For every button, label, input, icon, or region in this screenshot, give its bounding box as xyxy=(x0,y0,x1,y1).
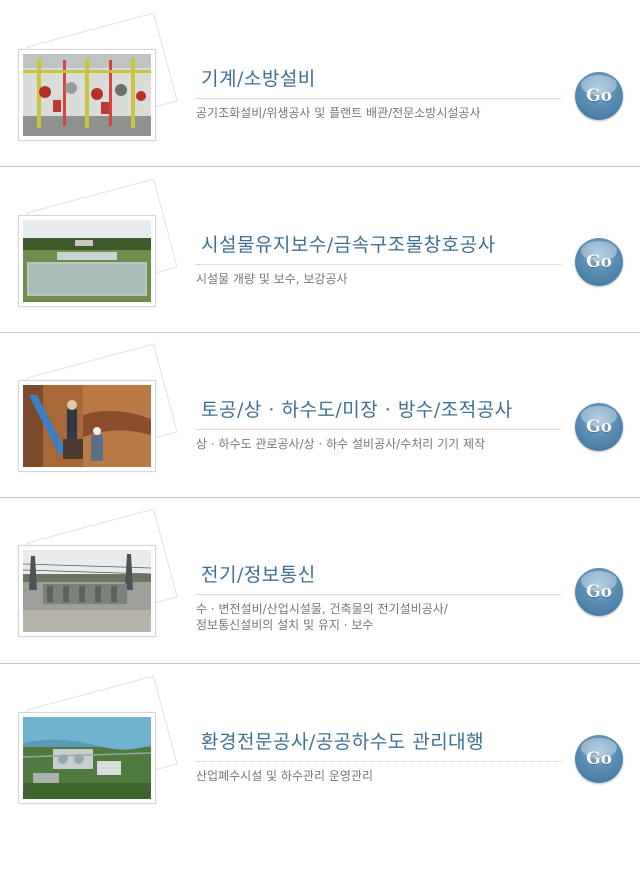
service-description: 시설물 개량 및 보수, 보강공사 xyxy=(196,271,526,287)
go-button-label: Go xyxy=(586,252,612,272)
dotted-divider xyxy=(196,98,562,99)
service-photo xyxy=(18,545,156,637)
service-photo xyxy=(18,215,156,307)
service-title: 시설물유지보수/금속구조물창호공사 xyxy=(201,234,496,256)
dotted-divider xyxy=(196,761,562,762)
machinery-piping-photo xyxy=(23,54,151,136)
service-title: 환경전문공사/공공하수도 관리대행 xyxy=(201,731,485,753)
sewage-plant-aerial-photo xyxy=(23,717,151,799)
service-item-machinery: 기계/소방설비 공기조화설비/위생공사 및 플랜트 배관/전문소방시설공사 Go xyxy=(0,2,640,167)
go-button-label: Go xyxy=(586,749,612,769)
go-button[interactable]: Go xyxy=(575,735,623,783)
go-button-label: Go xyxy=(586,86,612,106)
service-item-environment: 환경전문공사/공공하수도 관리대행 산업폐수시설 및 하수관리 운영관리 Go xyxy=(0,665,640,830)
dotted-divider xyxy=(196,429,562,430)
go-button-label: Go xyxy=(586,417,612,437)
service-title: 기계/소방설비 xyxy=(201,68,316,90)
service-description: 상 · 하수도 관로공사/상 · 하수 설비공사/수처리 기기 제작 xyxy=(196,436,526,452)
go-button[interactable]: Go xyxy=(575,568,623,616)
service-description-line: 산업폐수시설 및 하수관리 운영관리 xyxy=(196,769,374,783)
dotted-divider xyxy=(196,264,562,265)
service-description-line: 정보통신설비의 설치 및 유지 · 보수 xyxy=(196,618,374,632)
go-button[interactable]: Go xyxy=(575,72,623,120)
service-description-line: 수 · 변전설비/산업시설물, 건축물의 전기설비공사/ xyxy=(196,602,448,616)
service-description: 수 · 변전설비/산업시설물, 건축물의 전기설비공사/ 정보통신설비의 설치 … xyxy=(196,601,526,633)
service-description: 산업폐수시설 및 하수관리 운영관리 xyxy=(196,768,526,784)
service-description: 공기조화설비/위생공사 및 플랜트 배관/전문소방시설공사 xyxy=(196,105,526,121)
service-item-facility-maintenance: 시설물유지보수/금속구조물창호공사 시설물 개량 및 보수, 보강공사 Go xyxy=(0,168,640,333)
service-description-line: 공기조화설비/위생공사 및 플랜트 배관/전문소방시설공사 xyxy=(196,106,481,120)
row-divider xyxy=(0,166,640,167)
dotted-divider xyxy=(196,594,562,595)
go-button[interactable]: Go xyxy=(575,403,623,451)
service-item-electrical: 전기/정보통신 수 · 변전설비/산업시설물, 건축물의 전기설비공사/ 정보통… xyxy=(0,498,640,663)
service-photo xyxy=(18,49,156,141)
service-description-line: 시설물 개량 및 보수, 보강공사 xyxy=(196,272,348,286)
service-title: 토공/상 · 하수도/미장 · 방수/조적공사 xyxy=(201,399,513,421)
service-title: 전기/정보통신 xyxy=(201,564,316,586)
pipe-trench-construction-photo xyxy=(23,385,151,467)
go-button[interactable]: Go xyxy=(575,238,623,286)
go-button-label: Go xyxy=(586,582,612,602)
service-photo xyxy=(18,712,156,804)
electrical-substation-photo xyxy=(23,550,151,632)
service-description-line: 상 · 하수도 관로공사/상 · 하수 설비공사/수처리 기기 제작 xyxy=(196,437,486,451)
service-photo xyxy=(18,380,156,472)
service-item-earthwork-sewer: 토공/상 · 하수도/미장 · 방수/조적공사 상 · 하수도 관로공사/상 ·… xyxy=(0,333,640,498)
water-treatment-basin-photo xyxy=(23,220,151,302)
row-divider xyxy=(0,663,640,664)
